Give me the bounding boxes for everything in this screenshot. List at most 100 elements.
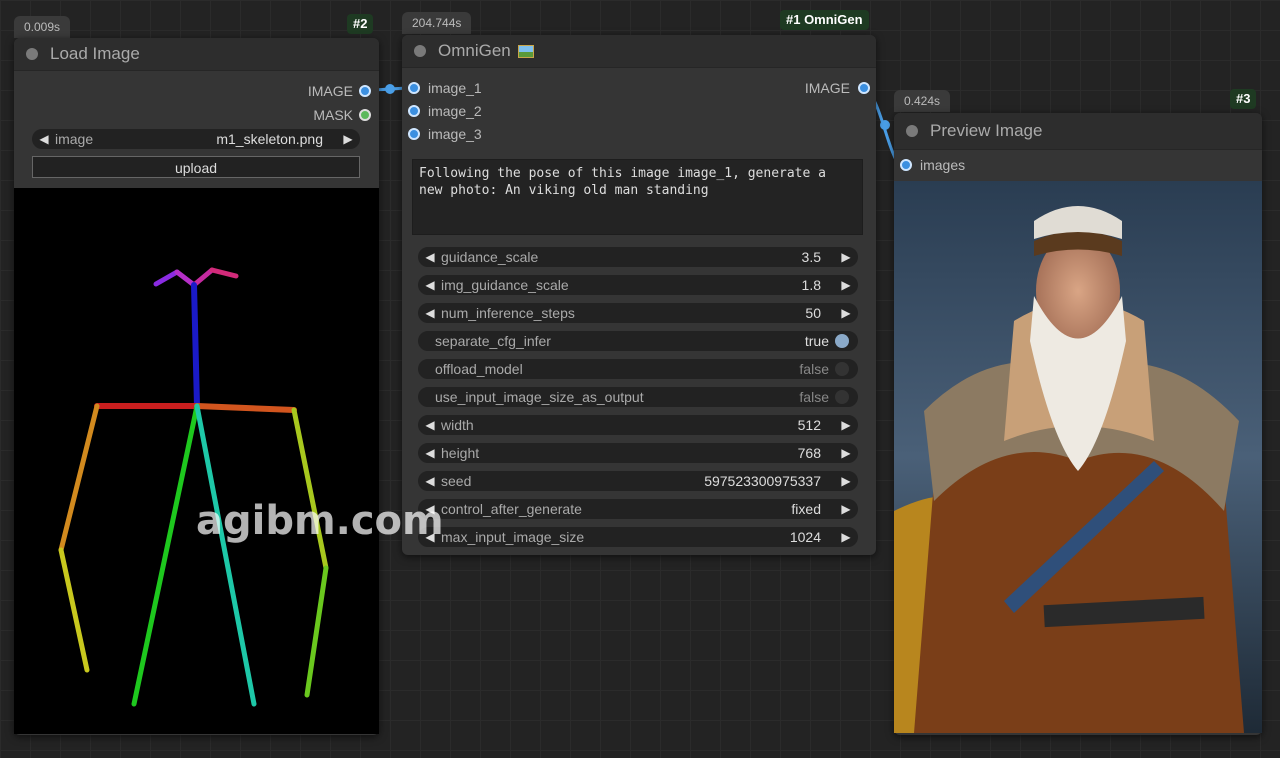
prompt-textarea[interactable]: Following the pose of this image image_1… [412,159,863,235]
input-image3-slot[interactable]: image_3 [408,126,482,142]
preview-time-badge: 0.424s [894,90,951,112]
decrement-arrow-icon[interactable]: ◀ [419,250,441,264]
preview-title: Preview Image [930,121,1043,140]
widget-offload-model[interactable]: offload_model false [418,359,858,379]
load-image-time-badge: 0.009s [14,16,71,38]
toggle-knob-icon[interactable] [835,390,849,404]
output-mask-label: MASK [313,107,353,123]
image-widget-label: image [55,131,94,147]
output-mask-slot[interactable]: MASK [313,107,371,123]
widget-label: use_input_image_size_as_output [435,389,644,405]
output-mask-dot-icon[interactable] [359,109,371,121]
input-image1-label: image_1 [428,80,482,96]
widget-label: max_input_image_size [441,529,585,545]
widget-width[interactable]: ◀ width 512 ▶ [418,415,858,435]
omnigen-time-badge: 204.744s [402,12,472,34]
toggle-knob-icon[interactable] [835,362,849,376]
widget-height[interactable]: ◀ height 768 ▶ [418,443,858,463]
input-images-label: images [920,157,966,173]
input-image2-slot[interactable]: image_2 [408,103,482,119]
decrement-arrow-icon[interactable]: ◀ [419,306,441,320]
toggle-knob-icon[interactable] [835,334,849,348]
widget-label: separate_cfg_infer [435,333,551,349]
input-images-dot-icon[interactable] [900,159,912,171]
decrement-arrow-icon[interactable]: ◀ [419,474,441,488]
widget-seed[interactable]: ◀ seed 597523300975337 ▶ [418,471,858,491]
widget-label: width [441,417,474,433]
generated-viking-image [894,181,1262,733]
widget-guidance-scale[interactable]: ◀ guidance_scale 3.5 ▶ [418,247,858,267]
widget-num-inference-steps[interactable]: ◀ num_inference_steps 50 ▶ [418,303,858,323]
widget-img-guidance-scale[interactable]: ◀ img_guidance_scale 1.8 ▶ [418,275,858,295]
omnigen-title: OmniGen [438,41,511,60]
input-image1-dot-icon[interactable] [408,82,420,94]
input-image1-slot[interactable]: image_1 [408,80,482,96]
widget-value: 597523300975337 [704,473,821,489]
load-image-title-bar[interactable]: Load Image [14,38,379,71]
widget-value: 768 [797,445,821,461]
widget-label: guidance_scale [441,249,539,265]
collapse-dot-icon[interactable] [906,125,918,137]
widget-value: fixed [791,501,821,517]
widget-value: 512 [797,417,821,433]
decrement-arrow-icon[interactable]: ◀ [419,418,441,432]
omnigen-node[interactable]: OmniGen image_1 image_2 image_3 IMAGE Fo… [402,35,876,555]
increment-arrow-icon[interactable]: ▶ [835,502,857,516]
preview-image-node[interactable]: Preview Image images [894,113,1262,735]
collapse-dot-icon[interactable] [414,45,426,57]
image-widget-value: m1_skeleton.png [216,131,323,147]
decrement-arrow-icon[interactable]: ◀ [419,446,441,460]
load-image-id-badge: #2 [347,14,374,34]
widget-max-input-image-size[interactable]: ◀ max_input_image_size 1024 ▶ [418,527,858,547]
increment-arrow-icon[interactable]: ▶ [835,418,857,432]
increment-arrow-icon[interactable]: ▶ [835,446,857,460]
widget-value: true [804,333,829,349]
load-image-node[interactable]: Load Image IMAGE MASK ◀ image m1_skeleto… [14,38,379,735]
increment-arrow-icon[interactable]: ▶ [835,278,857,292]
prev-arrow-icon[interactable]: ◀ [33,132,55,146]
widget-separate-cfg-infer[interactable]: separate_cfg_infer true [418,331,858,351]
preview-id-badge: #3 [1230,89,1257,109]
widget-label: control_after_generate [441,501,582,517]
widget-label: num_inference_steps [441,305,575,321]
input-images-slot[interactable]: images [900,157,965,173]
collapse-dot-icon[interactable] [26,48,38,60]
watermark-text: agibm.com [196,498,444,544]
widget-label: seed [441,473,472,489]
omnigen-title-bar[interactable]: OmniGen [402,35,876,68]
increment-arrow-icon[interactable]: ▶ [835,530,857,544]
output-image-label: IMAGE [804,80,850,96]
output-image-slot[interactable]: IMAGE [805,80,870,96]
next-arrow-icon[interactable]: ▶ [337,132,359,146]
widget-value: 1024 [789,529,821,545]
widget-value: false [799,361,829,377]
picture-icon [517,44,534,58]
preview-title-bar[interactable]: Preview Image [894,113,1262,150]
omnigen-id-badge: #1 OmniGen [780,10,869,30]
output-image-dot-icon[interactable] [359,85,371,97]
increment-arrow-icon[interactable]: ▶ [835,250,857,264]
input-image3-label: image_3 [428,126,482,142]
input-image2-label: image_2 [428,103,482,119]
load-image-title: Load Image [50,44,140,63]
widget-label: img_guidance_scale [441,277,569,293]
widget-value: false [799,389,829,405]
decrement-arrow-icon[interactable]: ◀ [419,278,441,292]
increment-arrow-icon[interactable]: ▶ [835,306,857,320]
skeleton-preview-image [14,188,379,734]
output-image-slot[interactable]: IMAGE [308,83,371,99]
widget-label: offload_model [435,361,523,377]
input-image3-dot-icon[interactable] [408,128,420,140]
output-image-dot-icon[interactable] [858,82,870,94]
widget-value: 3.5 [801,249,821,265]
input-image2-dot-icon[interactable] [408,105,420,117]
upload-button[interactable]: upload [32,156,360,178]
widget-control-after-generate[interactable]: ◀ control_after_generate fixed ▶ [418,499,858,519]
widget-value: 1.8 [801,277,821,293]
image-select-widget[interactable]: ◀ image m1_skeleton.png ▶ [32,129,360,149]
increment-arrow-icon[interactable]: ▶ [835,474,857,488]
widget-label: height [441,445,480,461]
widget-use-input-image-size-as-output[interactable]: use_input_image_size_as_output false [418,387,858,407]
widget-value: 50 [805,305,821,321]
output-image-label: IMAGE [307,83,353,99]
